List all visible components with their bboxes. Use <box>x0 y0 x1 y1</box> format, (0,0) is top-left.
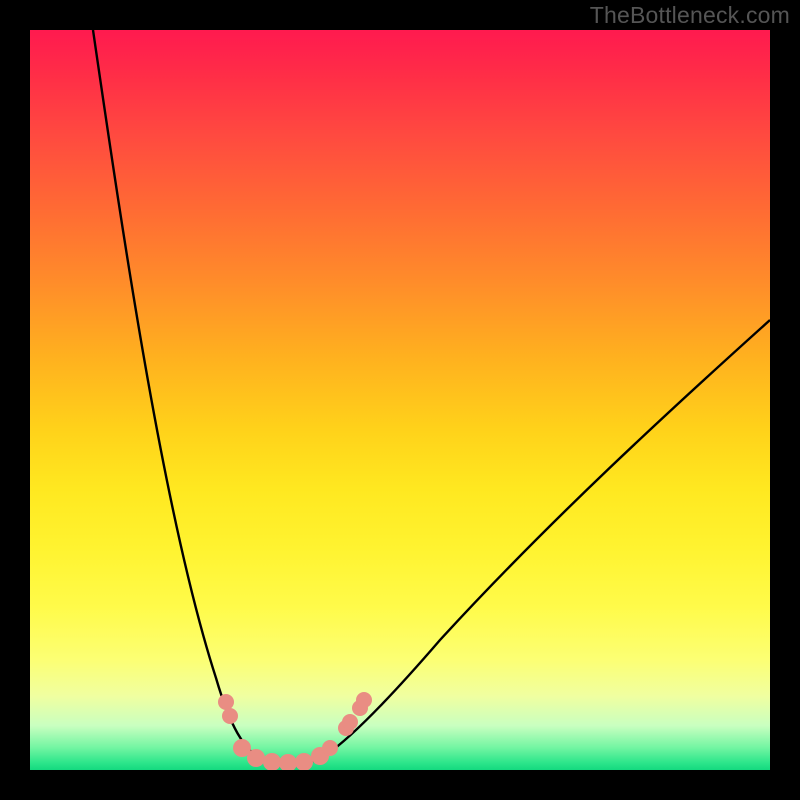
series-marker <box>342 714 358 730</box>
series-marker <box>247 749 265 767</box>
curve-left <box>93 30 292 763</box>
chart-area <box>30 30 770 770</box>
series-marker <box>356 692 372 708</box>
series-marker <box>322 740 338 756</box>
bottleneck-curves <box>30 30 770 770</box>
series-marker <box>222 708 238 724</box>
watermark-text: TheBottleneck.com <box>590 2 790 29</box>
